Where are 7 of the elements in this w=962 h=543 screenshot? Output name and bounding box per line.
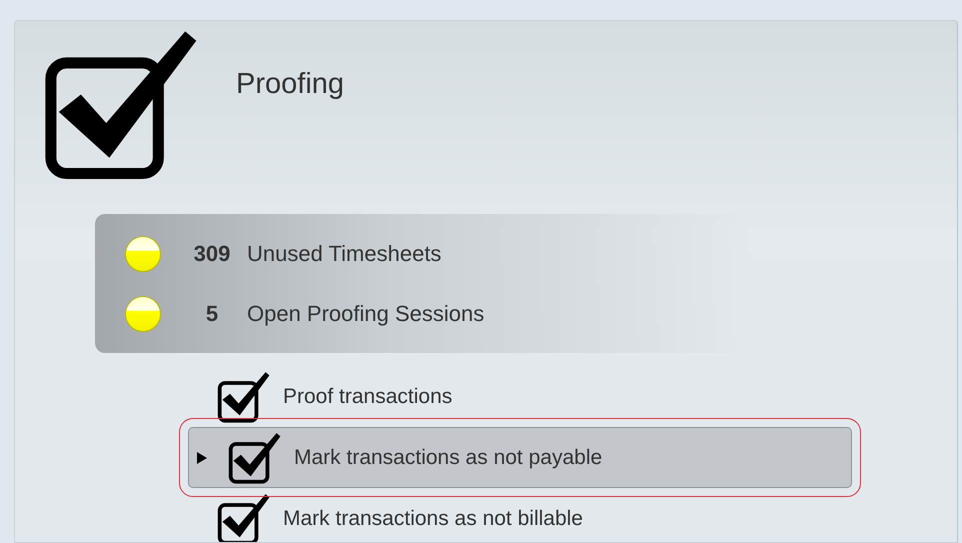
task-item[interactable]: Mark transactions as not billable [188,488,852,542]
count: 5 [204,300,220,326]
panel-title: Proofing [236,67,344,101]
indicator-label: Unused Timesheets [247,240,442,266]
task-item[interactable]: Proof transactions [188,366,852,427]
count: 309 [192,240,232,266]
indicator-label: Open Proofing Sessions [247,300,484,326]
